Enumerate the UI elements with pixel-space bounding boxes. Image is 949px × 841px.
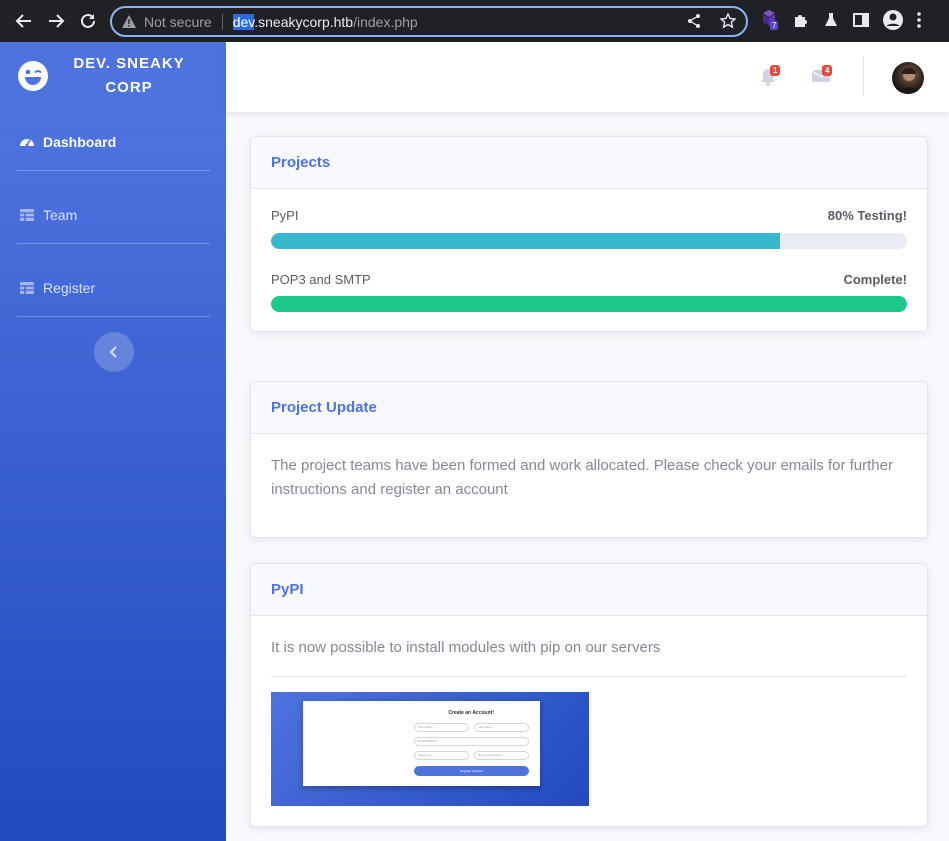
laugh-wink-icon [18,61,48,91]
progress-fill-pypi [271,233,780,249]
sidebar-toggle-button[interactable] [94,332,134,372]
extension-badge: 7 [770,21,779,30]
screenshot-email: Email Address [414,737,529,746]
progress-bar [271,296,907,312]
project-update-text: The project teams have been formed and w… [271,457,893,498]
pypi-card: PyPI It is now possible to install modul… [250,563,928,827]
sidepanel-icon[interactable] [852,11,870,29]
url-text[interactable]: dev.sneakycorp.htb/index.php [232,13,418,30]
more-vert-icon[interactable] [916,11,922,29]
sidebar: DEV. SNEAKY CORP Dashboard Team Register [0,42,226,841]
table-icon [20,208,34,221]
extension-button[interactable]: 7 [760,9,780,31]
sidebar-item-label: Team [43,206,78,223]
register-screenshot: Create an Account! First Name Last Name … [271,692,589,806]
brand-name: DEV. SNEAKY CORP [73,55,185,96]
project-update-title: Project Update [251,382,927,434]
extensions-area: 7 [760,9,922,31]
forward-button[interactable] [45,10,67,32]
screenshot-password: Password [414,751,469,760]
sidebar-item-team[interactable]: Team [0,186,226,243]
avatar-photo [898,67,920,94]
user-avatar[interactable] [892,62,924,94]
profile-icon[interactable] [882,9,904,31]
reload-button[interactable] [77,10,99,32]
puzzle-icon[interactable] [792,11,810,29]
project-update-card: Project Update The project teams have be… [250,381,928,538]
alerts-button[interactable]: 1 [760,65,781,90]
security-status[interactable]: Not secure [144,14,212,30]
url-path: /index.php [353,13,418,30]
project-row: PyPI 80% Testing! [271,208,907,223]
warning-icon[interactable] [122,15,136,28]
screenshot-register-button: Register Account [414,766,529,776]
table-icon [20,281,34,294]
screenshot-form-panel: Create an Account! First Name Last Name … [303,701,540,786]
browser-toolbar: Not secure dev.sneakycorp.htb/index.php … [0,0,949,42]
screenshot-repeat-password: Repeat Password [474,751,529,760]
topbar-divider [863,56,864,96]
project-name: PyPI [271,208,299,223]
sidebar-brand[interactable]: DEV. SNEAKY CORP [0,42,226,110]
pypi-card-text: It is now possible to install modules wi… [271,639,661,656]
tachometer-icon [20,138,34,146]
sidebar-item-register[interactable]: Register [0,259,226,316]
omnibox-divider [221,13,223,30]
project-name: POP3 and SMTP [271,272,371,287]
progress-fill-pop3-smtp [271,296,907,312]
project-row: POP3 and SMTP Complete! [271,272,907,287]
chevron-left-icon [109,346,117,358]
share-icon[interactable] [686,13,702,29]
messages-count-badge: 4 [822,65,833,76]
sidebar-item-dashboard[interactable]: Dashboard [0,113,226,170]
reload-icon [81,13,95,28]
flask-icon[interactable] [822,11,840,29]
sidebar-divider [17,316,210,317]
arrow-right-icon [49,14,65,28]
alerts-count-badge: 1 [770,65,781,76]
star-icon[interactable] [720,13,736,29]
pypi-divider [271,676,907,677]
pypi-card-title: PyPI [251,564,927,616]
url-host: .sneakycorp.htb [254,13,354,30]
url-selected-text: dev [232,13,255,30]
screenshot-last-name: Last Name [474,723,529,732]
messages-button[interactable]: 4 [811,65,833,87]
sidebar-item-label: Dashboard [43,133,117,150]
projects-card: Projects PyPI 80% Testing! POP3 and SMTP… [250,136,928,332]
screenshot-title: Create an Account! [448,710,494,716]
arrow-left-icon [15,14,31,28]
back-button[interactable] [13,10,35,32]
sidebar-divider [17,170,210,171]
sidebar-divider [17,243,210,244]
topbar: 1 4 [226,42,949,112]
progress-bar [271,233,907,249]
address-bar[interactable]: Not secure dev.sneakycorp.htb/index.php [110,6,748,37]
projects-card-title: Projects [251,137,927,189]
project-status: Complete! [843,272,907,287]
sidebar-item-label: Register [43,279,96,296]
screenshot-first-name: First Name [414,723,469,732]
project-status: 80% Testing! [827,208,907,223]
